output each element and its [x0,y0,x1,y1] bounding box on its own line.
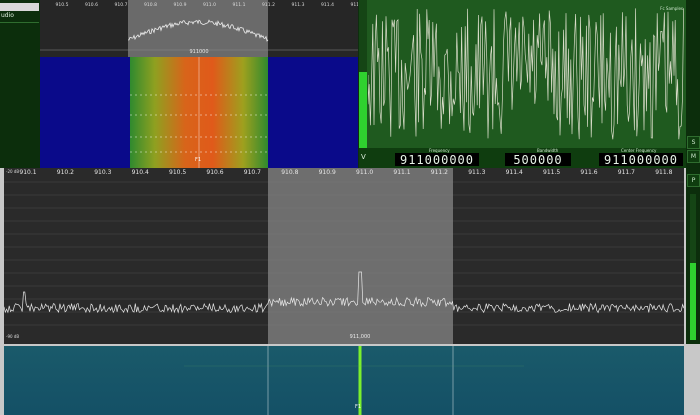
center-frequency-readout[interactable]: 911000000 [599,153,683,167]
scope-trace [368,8,684,140]
main-tick-label: 910.1 [19,169,37,176]
main-waterfall[interactable]: F1 [4,346,684,415]
main-tick-label: 910.9 [318,169,336,176]
main-level-fill [690,263,696,340]
main-tick-label: 910.6 [206,169,224,176]
main-tick-label: 911.3 [468,169,486,176]
main-tick-label: 911.0 [356,169,374,176]
top-left-db-label: -20 dB [6,169,20,174]
s-button[interactable]: S [687,136,700,149]
mini-waterfall[interactable]: F1 [40,57,358,168]
main-tick-label: 910.5 [169,169,187,176]
sidebar-sub-label: udio [1,12,14,19]
v-label: V [361,153,366,161]
main-waterfall-marker[interactable]: F1 [355,404,361,410]
scope-panel[interactable]: Fc Samples [358,0,687,148]
main-tick-label: 910.3 [94,169,112,176]
main-tick-label: 911.4 [505,169,523,176]
p-button[interactable]: P [687,174,700,187]
frequency-readout[interactable]: 911000000 [395,153,479,167]
mini-waterfall-lines [130,57,268,168]
main-grid [4,181,684,326]
top-side-column: S M [686,0,700,168]
main-tick-label: 911.6 [580,169,598,176]
main-center-label: 911,000 [349,334,371,340]
main-tick-label: 911.5 [543,169,561,176]
bandwidth-readout[interactable]: 500000 [505,153,571,167]
main-tick-label: 911.1 [393,169,411,176]
main-tick-label: 910.4 [131,169,149,176]
left-sidebar: udio [0,0,41,168]
readout-row: V Frequency 911000000 Bandwidth 500000 C… [358,148,687,168]
main-waterfall-lines [184,346,524,415]
main-tick-label: 911.8 [655,169,673,176]
sidebar-tab[interactable] [0,3,39,11]
m-button[interactable]: M [687,150,700,163]
main-tick-label: 910.7 [243,169,261,176]
main-tick-label: 911.7 [617,169,635,176]
left-db-label: -90 dB [6,334,20,339]
main-spectrum-panel[interactable]: 910.1 910.2 910.3 910.4 910.5 910.6 910.7 910.8… [4,168,684,344]
scope-corner-label: Fc Samples [660,6,683,11]
main-tick-label: 910.2 [56,169,74,176]
main-tick-label: 910.8 [281,169,299,176]
mini-spectrum-panel[interactable]: 910.5 910.6 910.7 910.8 910.9 911.0 911.1 911.2… [40,0,363,57]
main-tick-label: 911.2 [430,169,448,176]
mini-waterfall-marker[interactable]: F1 [195,157,201,163]
main-side-column: P [686,168,700,344]
mini-center-label: 911000 [189,49,209,55]
scope-level-bar [359,72,367,148]
